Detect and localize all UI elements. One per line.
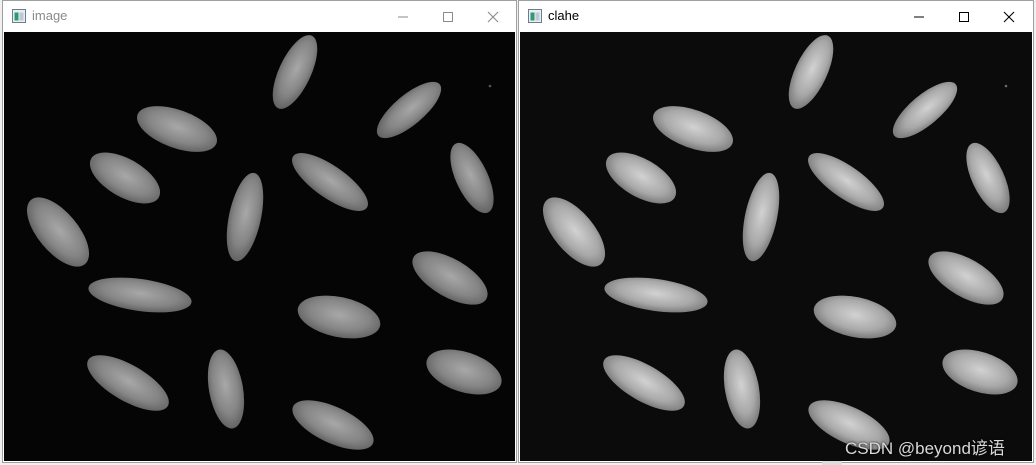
rice-grain <box>966 142 1010 214</box>
maximize-icon <box>443 11 453 22</box>
clahe-window-titlebar[interactable]: clahe <box>519 1 1033 32</box>
clahe-canvas <box>520 32 1032 461</box>
rice-grain <box>26 197 90 267</box>
rice-image <box>26 35 502 450</box>
minimize-button[interactable] <box>897 1 941 32</box>
taskbar-edge <box>822 461 842 465</box>
close-button[interactable] <box>987 1 1031 32</box>
rice-grain <box>942 349 1018 395</box>
close-button[interactable] <box>471 1 515 32</box>
rice-grain <box>892 81 958 139</box>
app-icon <box>528 9 542 23</box>
rice-grain <box>808 153 884 211</box>
rice-grain <box>604 277 708 313</box>
minimize-icon <box>914 16 924 17</box>
rice-grain <box>653 106 733 152</box>
rice-grain <box>207 349 245 429</box>
close-icon <box>1003 11 1015 22</box>
rice-grain <box>89 152 161 204</box>
rice-grain <box>605 152 677 204</box>
minimize-icon <box>398 16 408 17</box>
rice-grain <box>426 349 502 395</box>
noise-dot <box>488 84 492 88</box>
rice-grain <box>87 355 169 411</box>
noise-dot <box>1004 84 1008 88</box>
clahe-window[interactable]: clahe <box>518 0 1034 463</box>
rice-grain <box>813 295 897 339</box>
rice-clahe-image <box>542 35 1018 450</box>
rice-grain <box>226 172 264 262</box>
maximize-button[interactable] <box>942 1 986 32</box>
rice-grain <box>723 349 761 429</box>
app-icon <box>12 9 26 23</box>
maximize-icon <box>959 11 969 22</box>
rice-grain <box>542 197 606 267</box>
image-window-titlebar[interactable]: image <box>3 1 516 32</box>
rice-grain <box>928 251 1004 305</box>
rice-grain <box>603 355 685 411</box>
rice-grain <box>137 106 217 152</box>
rice-grain <box>412 251 488 305</box>
rice-grain <box>788 35 834 109</box>
image-window[interactable]: image <box>2 0 517 463</box>
rice-grain <box>450 142 494 214</box>
csdn-watermark: CSDN @beyond谚语 <box>845 439 1005 458</box>
rice-grain <box>88 277 192 313</box>
rice-grain <box>272 35 318 109</box>
rice-grain <box>292 153 368 211</box>
maximize-button[interactable] <box>426 1 470 32</box>
window-title: image <box>32 8 68 23</box>
close-icon <box>487 11 499 22</box>
rice-grain <box>292 400 374 450</box>
rice-grain <box>742 172 780 262</box>
rice-grain <box>376 81 442 139</box>
minimize-button[interactable] <box>381 1 425 32</box>
rice-grain <box>297 295 381 339</box>
image-canvas <box>4 32 515 461</box>
window-title: clahe <box>548 8 580 23</box>
